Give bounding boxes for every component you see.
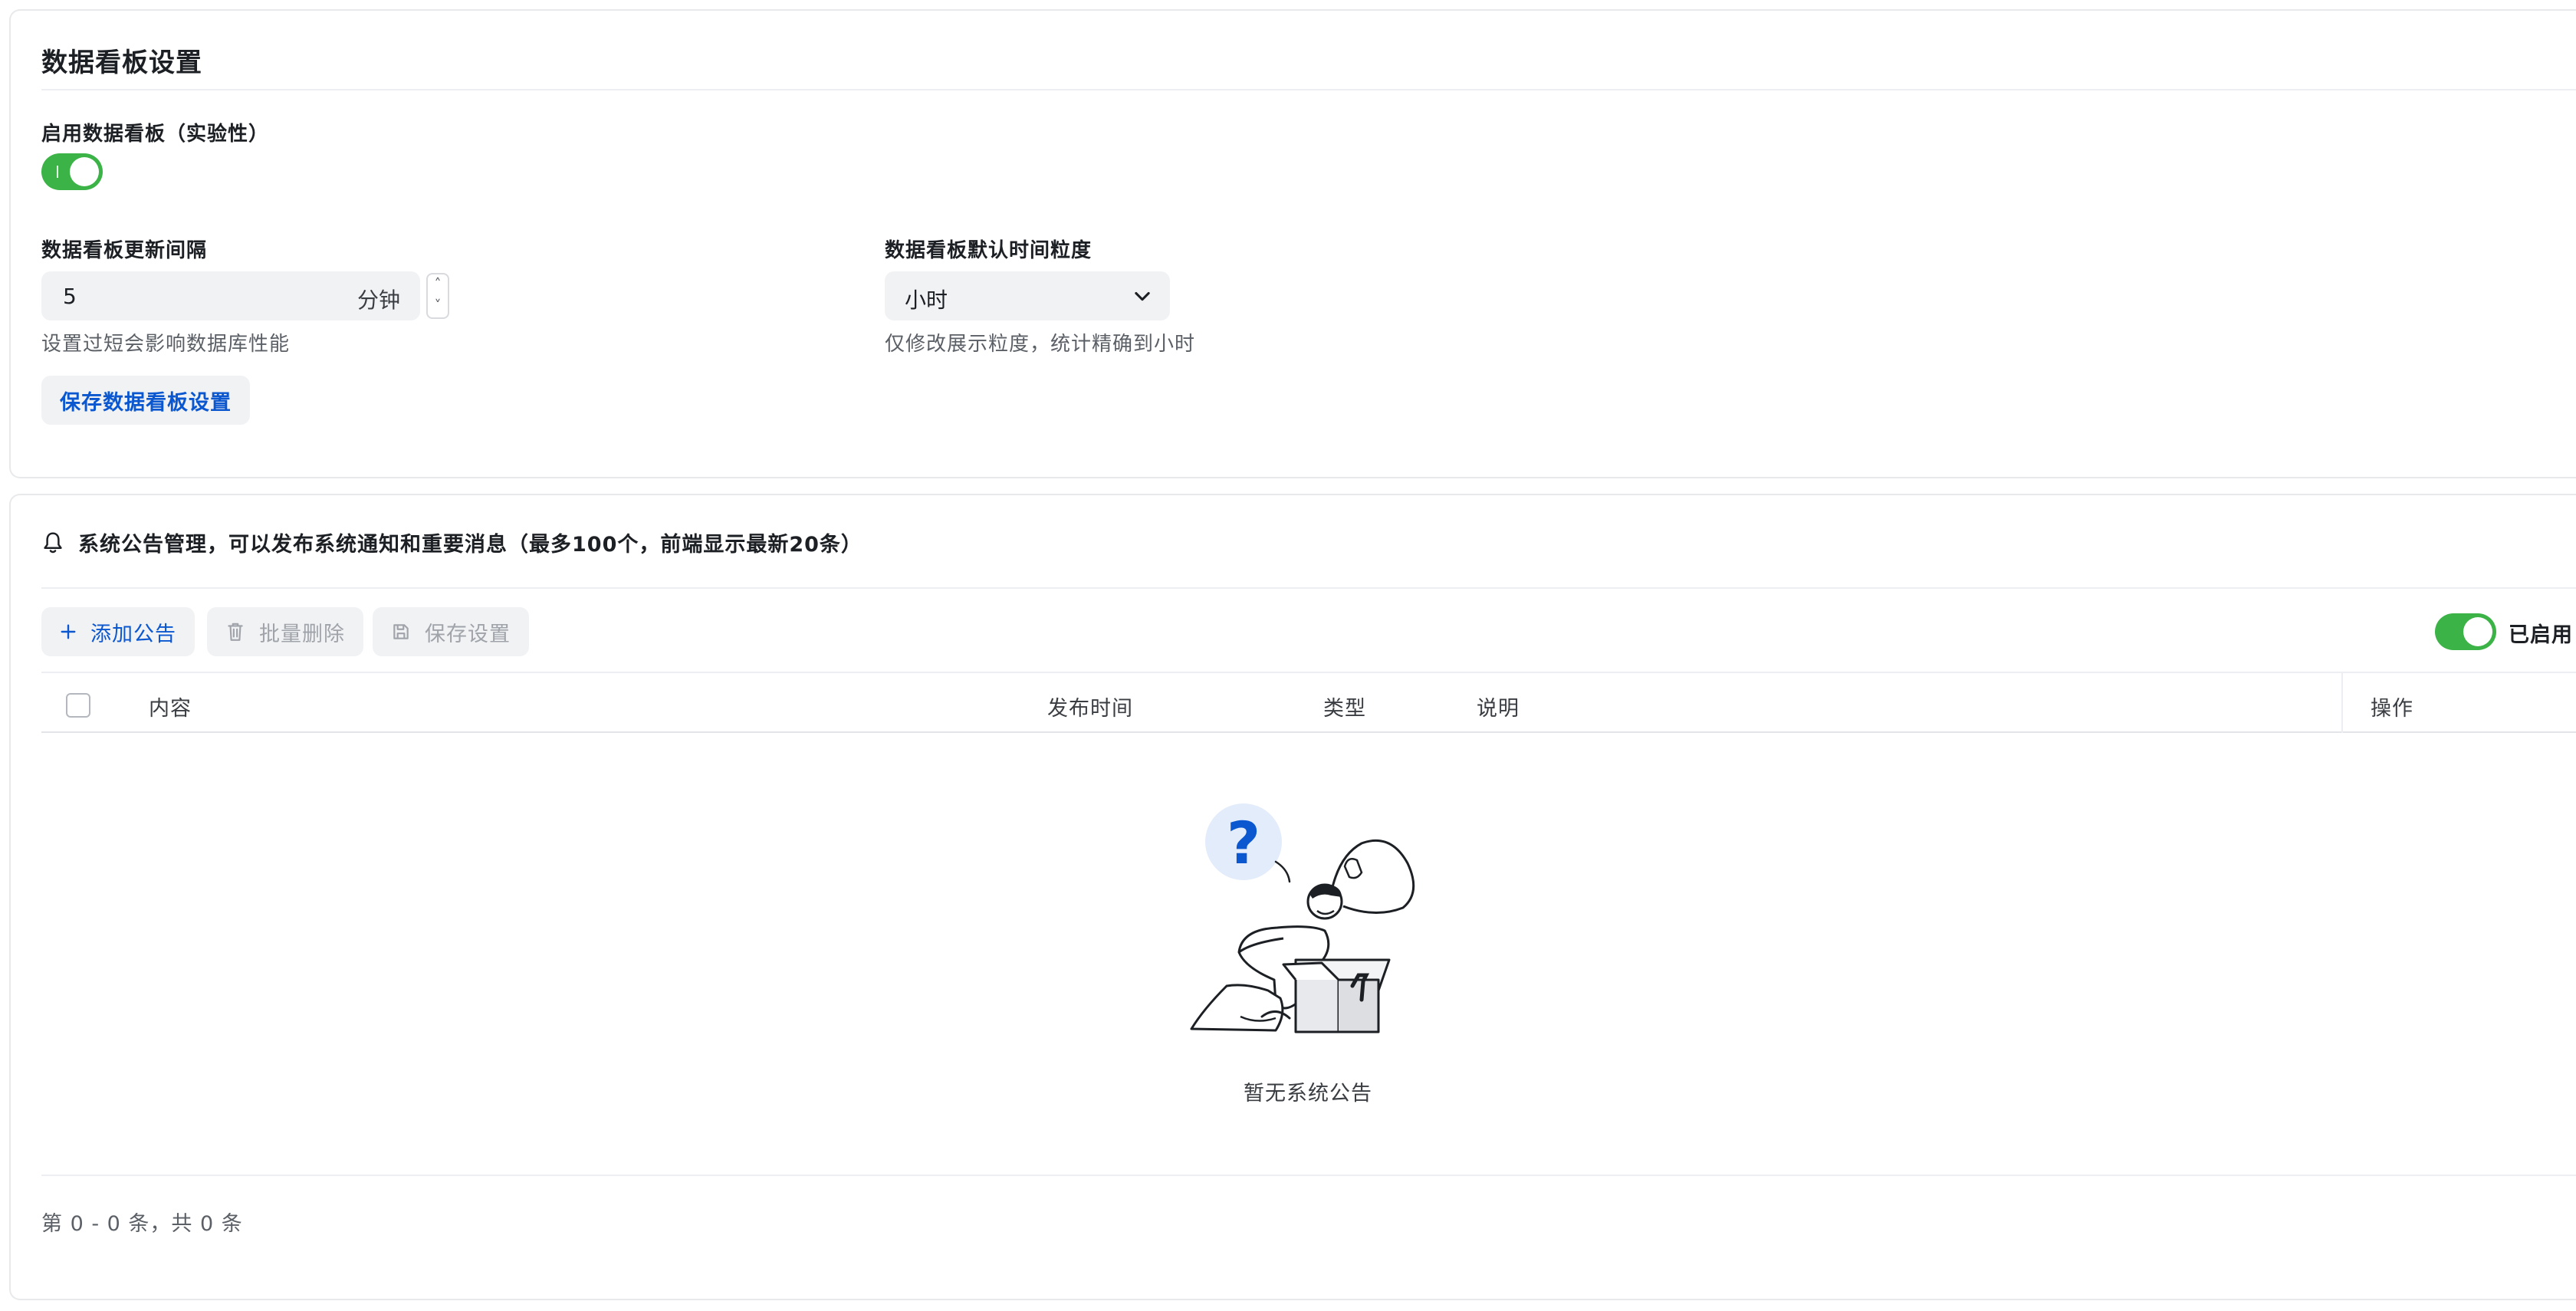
column-publish-time: 发布时间 bbox=[1047, 697, 1133, 721]
granularity-label: 数据看板默认时间粒度 bbox=[885, 239, 1092, 262]
bell-icon bbox=[44, 531, 62, 553]
table-header: 内容 发布时间 类型 说明 操作 bbox=[41, 672, 2576, 733]
enabled-label: 已启用 bbox=[2509, 623, 2573, 647]
column-type: 类型 bbox=[1323, 697, 1366, 721]
announcements-enabled-switch[interactable] bbox=[2435, 613, 2496, 650]
column-content: 内容 bbox=[149, 697, 192, 721]
page-title: 数据看板设置 bbox=[41, 48, 202, 78]
pagination-info: 第 0 - 0 条，共 0 条 bbox=[41, 1212, 243, 1236]
plus-icon bbox=[61, 624, 76, 639]
interval-unit: 分钟 bbox=[356, 288, 400, 313]
empty-state-illustration: ? bbox=[1190, 803, 1415, 1033]
interval-help: 设置过短会影响数据库性能 bbox=[41, 333, 291, 356]
announcements-header-text: 系统公告管理，可以发布系统通知和重要消息（最多100个，前端显示最新20条） bbox=[78, 533, 863, 557]
column-separator bbox=[2341, 673, 2343, 733]
interval-stepper[interactable]: ˄ ˅ bbox=[426, 273, 449, 319]
switch-on-mark bbox=[57, 166, 58, 178]
switch-knob bbox=[70, 157, 99, 186]
save-dashboard-settings-label: 保存数据看板设置 bbox=[60, 390, 232, 415]
interval-label: 数据看板更新间隔 bbox=[41, 239, 208, 262]
empty-state-message: 暂无系统公告 bbox=[1244, 1082, 1372, 1106]
switch-knob bbox=[2463, 617, 2492, 646]
granularity-select[interactable]: 小时 bbox=[885, 271, 1170, 320]
divider bbox=[41, 587, 2576, 589]
interval-value: 5 bbox=[63, 284, 77, 309]
column-actions: 操作 bbox=[2371, 697, 2413, 721]
granularity-value: 小时 bbox=[905, 288, 948, 313]
trash-icon bbox=[228, 623, 243, 641]
batch-delete-label: 批量删除 bbox=[259, 622, 345, 646]
column-description: 说明 bbox=[1477, 697, 1520, 721]
enable-dashboard-label: 启用数据看板（实验性） bbox=[41, 123, 270, 146]
announcements-header: 系统公告管理，可以发布系统通知和重要消息（最多100个，前端显示最新20条） bbox=[41, 527, 863, 557]
enable-dashboard-switch[interactable] bbox=[41, 153, 103, 190]
chevron-down-icon[interactable]: ˅ bbox=[428, 296, 448, 317]
chevron-up-icon[interactable]: ˄ bbox=[428, 274, 448, 296]
divider bbox=[41, 89, 2576, 90]
add-announcement-label: 添加公告 bbox=[90, 622, 176, 646]
question-icon: ? bbox=[1227, 809, 1260, 877]
save-dashboard-settings-button[interactable]: 保存数据看板设置 bbox=[41, 376, 250, 425]
chevron-down-icon bbox=[1135, 291, 1150, 301]
save-settings-button[interactable]: 保存设置 bbox=[373, 607, 529, 656]
interval-input[interactable]: 5 分钟 bbox=[41, 271, 420, 320]
save-icon bbox=[393, 624, 409, 639]
granularity-help: 仅修改展示粒度，统计精确到小时 bbox=[885, 333, 1196, 356]
divider bbox=[41, 1175, 2576, 1176]
save-settings-label: 保存设置 bbox=[425, 622, 511, 646]
dashboard-settings-card: 数据看板设置 启用数据看板（实验性） 数据看板更新间隔 5 分钟 ˄ ˅ 设置过… bbox=[9, 9, 2576, 478]
batch-delete-button[interactable]: 批量删除 bbox=[207, 607, 363, 656]
add-announcement-button[interactable]: 添加公告 bbox=[41, 607, 195, 656]
announcements-card: 系统公告管理，可以发布系统通知和重要消息（最多100个，前端显示最新20条） 添… bbox=[9, 494, 2576, 1300]
select-all-checkbox[interactable] bbox=[66, 693, 90, 718]
